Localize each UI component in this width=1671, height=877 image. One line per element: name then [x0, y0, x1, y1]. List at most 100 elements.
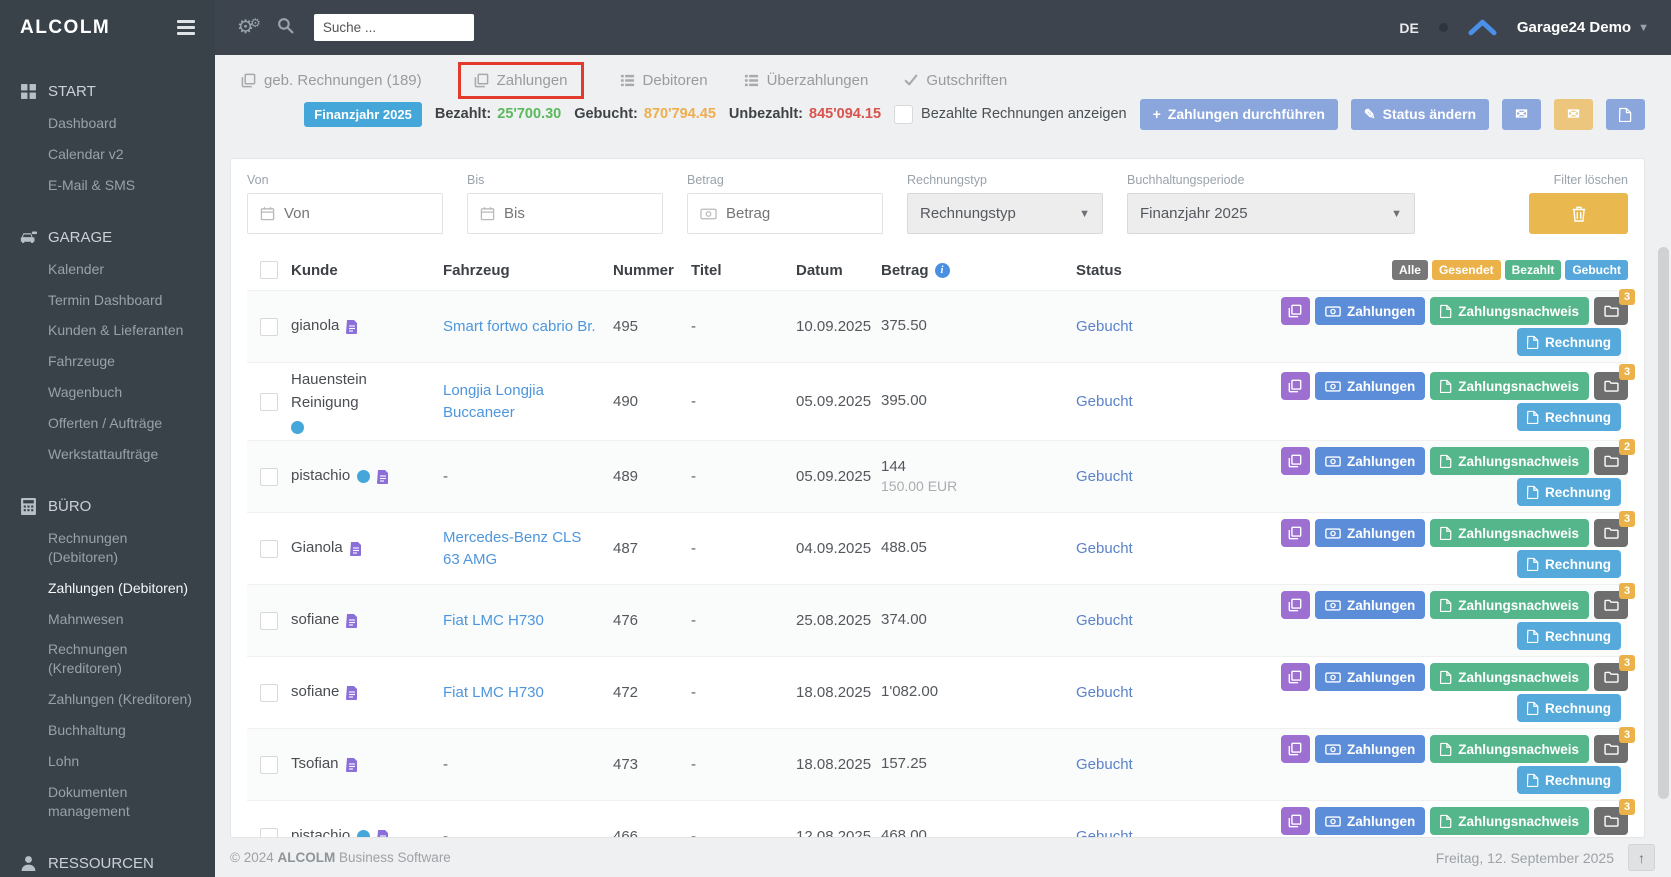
brand-chevron-icon[interactable]: [1468, 19, 1497, 36]
sidebar-item[interactable]: Buchhaltung: [0, 715, 215, 746]
zahlungen-button[interactable]: Zahlungen: [1315, 735, 1425, 763]
zahlungsnachweis-button[interactable]: Zahlungsnachweis: [1430, 372, 1589, 400]
scrollbar-thumb[interactable]: [1658, 247, 1669, 799]
col-datum[interactable]: Datum: [796, 262, 881, 279]
col-status[interactable]: Status: [1076, 262, 1236, 279]
status-link[interactable]: Gebucht: [1076, 756, 1133, 773]
show-paid-checkbox-wrap[interactable]: Bezahlte Rechnungen anzeigen: [894, 105, 1127, 124]
search-icon[interactable]: [277, 17, 294, 38]
row-checkbox[interactable]: [260, 540, 278, 558]
rechnung-button[interactable]: Rechnung: [1517, 622, 1621, 650]
amount-input[interactable]: Betrag: [687, 193, 883, 234]
copy-button[interactable]: [1281, 372, 1310, 400]
search-input[interactable]: [314, 14, 474, 41]
document-icon[interactable]: [346, 614, 358, 628]
col-fahrzeug[interactable]: Fahrzeug: [443, 262, 613, 279]
col-titel[interactable]: Titel: [691, 262, 796, 279]
sidebar-section-header[interactable]: BÜRO: [0, 490, 215, 523]
tab-gutschriften[interactable]: Gutschriften: [904, 72, 1007, 89]
zahlungen-button[interactable]: Zahlungen: [1315, 447, 1425, 475]
sidebar-section-header[interactable]: START: [0, 75, 215, 108]
col-nummer[interactable]: Nummer: [613, 262, 691, 279]
zahlungsnachweis-button[interactable]: Zahlungsnachweis: [1430, 735, 1589, 763]
zahlungsnachweis-button[interactable]: Zahlungsnachweis: [1430, 591, 1589, 619]
rechnung-button[interactable]: Rechnung: [1517, 478, 1621, 506]
account-menu[interactable]: Garage24 Demo ▼: [1517, 19, 1649, 36]
clear-filters-button[interactable]: [1529, 193, 1628, 234]
legend-badge-alle[interactable]: Alle: [1392, 260, 1428, 280]
rechnung-button[interactable]: Rechnung: [1517, 403, 1621, 431]
row-checkbox[interactable]: [260, 756, 278, 774]
status-link[interactable]: Gebucht: [1076, 393, 1133, 410]
zahlungen-button[interactable]: Zahlungen: [1315, 807, 1425, 835]
accounting-period-select[interactable]: Finanzjahr 2025 ▼: [1127, 193, 1415, 234]
tab-debitoren[interactable]: Debitoren: [620, 72, 708, 89]
document-icon[interactable]: [350, 542, 362, 556]
copy-button[interactable]: [1281, 591, 1310, 619]
status-link[interactable]: Gebucht: [1076, 318, 1133, 335]
copy-button[interactable]: [1281, 735, 1310, 763]
copy-button[interactable]: [1281, 297, 1310, 325]
date-to-input[interactable]: Bis: [467, 193, 663, 234]
settings-gears-icon[interactable]: ⚙⚙: [237, 18, 257, 37]
row-checkbox[interactable]: [260, 612, 278, 630]
hamburger-menu-icon[interactable]: [177, 20, 195, 35]
zahlungsnachweis-button[interactable]: Zahlungsnachweis: [1430, 519, 1589, 547]
document-icon[interactable]: [346, 758, 358, 772]
status-link[interactable]: Gebucht: [1076, 684, 1133, 701]
sidebar-item[interactable]: Rechnungen (Kreditoren): [0, 634, 215, 684]
mail-button[interactable]: ✉: [1502, 99, 1541, 130]
show-paid-checkbox[interactable]: [894, 105, 913, 124]
vehicle-link[interactable]: Fiat LMC H730: [443, 612, 544, 629]
row-checkbox[interactable]: [260, 318, 278, 336]
zahlungen-button[interactable]: Zahlungen: [1315, 372, 1425, 400]
tab-ueberzahlungen[interactable]: Überzahlungen: [744, 72, 869, 89]
sidebar-item[interactable]: Termin Dashboard: [0, 285, 215, 316]
col-kunde[interactable]: Kunde: [291, 262, 443, 279]
zahlungsnachweis-button[interactable]: Zahlungsnachweis: [1430, 447, 1589, 475]
col-betrag[interactable]: Betrag: [881, 262, 929, 279]
status-link[interactable]: Gebucht: [1076, 612, 1133, 629]
document-icon[interactable]: [346, 320, 358, 334]
sidebar-item[interactable]: E-Mail & SMS: [0, 170, 215, 201]
sidebar-item[interactable]: Werkstattaufträge: [0, 439, 215, 470]
rechnung-button[interactable]: Rechnung: [1517, 328, 1621, 356]
sidebar-section-header[interactable]: RESSOURCEN: [0, 847, 215, 877]
mail-reminder-button[interactable]: ✉: [1554, 99, 1593, 130]
rechnung-button[interactable]: Rechnung: [1517, 766, 1621, 794]
sidebar-item[interactable]: Calendar v2: [0, 139, 215, 170]
language-selector[interactable]: DE: [1399, 20, 1418, 36]
legend-badge-bezahlt[interactable]: Bezahlt: [1505, 260, 1562, 280]
zahlungen-button[interactable]: Zahlungen: [1315, 663, 1425, 691]
row-checkbox[interactable]: [260, 828, 278, 839]
sidebar-item[interactable]: Wagenbuch: [0, 377, 215, 408]
zahlungen-button[interactable]: Zahlungen: [1315, 297, 1425, 325]
zahlungsnachweis-button[interactable]: Zahlungsnachweis: [1430, 807, 1589, 835]
copy-button[interactable]: [1281, 447, 1310, 475]
change-status-button[interactable]: ✎ Status ändern: [1351, 99, 1489, 130]
rechnung-button[interactable]: Rechnung: [1517, 694, 1621, 722]
zahlungen-button[interactable]: Zahlungen: [1315, 519, 1425, 547]
document-icon[interactable]: [346, 686, 358, 700]
zahlungsnachweis-button[interactable]: Zahlungsnachweis: [1430, 663, 1589, 691]
copy-button[interactable]: [1281, 807, 1310, 835]
sidebar-item[interactable]: Offerten / Aufträge: [0, 408, 215, 439]
status-link[interactable]: Gebucht: [1076, 468, 1133, 485]
sidebar-item[interactable]: Zahlungen (Debitoren): [0, 573, 215, 604]
sidebar-item[interactable]: Dokumenten management: [0, 777, 215, 827]
sidebar-item[interactable]: Kalender: [0, 254, 215, 285]
select-all-checkbox[interactable]: [260, 261, 278, 279]
vehicle-link[interactable]: Longjia Longjia Buccaneer: [443, 382, 544, 421]
vehicle-link[interactable]: Smart fortwo cabrio Br.: [443, 318, 596, 335]
row-checkbox[interactable]: [260, 468, 278, 486]
row-checkbox[interactable]: [260, 393, 278, 411]
zahlungen-button[interactable]: Zahlungen: [1315, 591, 1425, 619]
notification-dot-icon[interactable]: [1439, 23, 1448, 32]
execute-payments-button[interactable]: + Zahlungen durchführen: [1140, 99, 1338, 130]
sidebar-item[interactable]: Kunden & Lieferanten: [0, 315, 215, 346]
row-checkbox[interactable]: [260, 684, 278, 702]
sidebar-section-header[interactable]: GARAGE: [0, 221, 215, 254]
sidebar-item[interactable]: Fahrzeuge: [0, 346, 215, 377]
export-pdf-button[interactable]: [1606, 99, 1645, 130]
copy-button[interactable]: [1281, 663, 1310, 691]
